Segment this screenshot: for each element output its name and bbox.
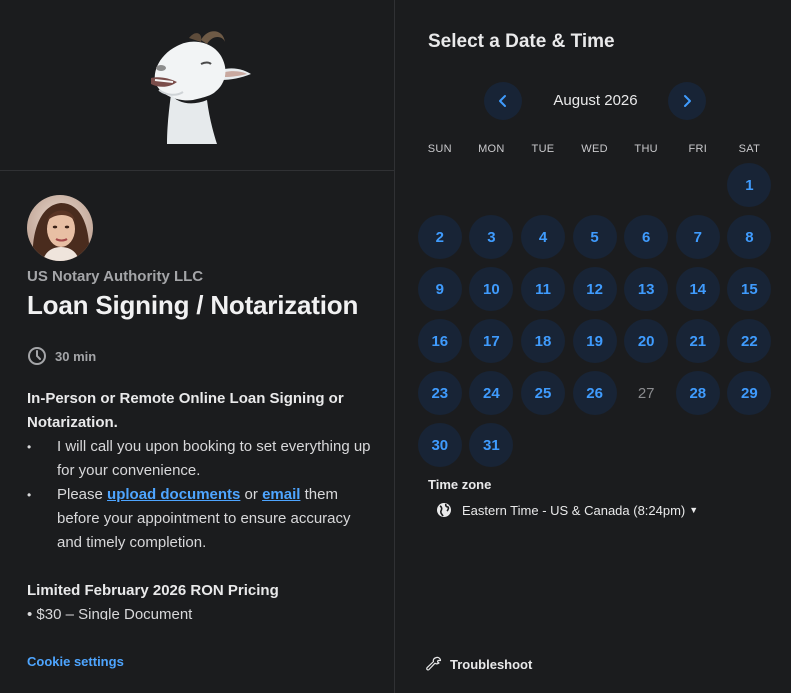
calendar-day-13[interactable]: 13: [624, 267, 669, 311]
event-description: In-Person or Remote Online Loan Signing …: [27, 387, 372, 620]
month-label: August 2026: [553, 92, 638, 109]
timezone-value: Eastern Time - US & Canada (8:24pm): [462, 502, 686, 518]
event-title: Loan Signing / Notarization: [27, 290, 359, 320]
duration-label: 30 min: [55, 348, 97, 364]
date-time-panel: Select a Date & Time August 2026 SUN MON T…: [396, 0, 791, 693]
calendar-day-12[interactable]: 12: [572, 267, 617, 311]
pricing-item: • $30 – Single Document: [27, 606, 193, 620]
description-bullets: I will call you upon booking to set ever…: [27, 435, 372, 555]
calendar-day-16[interactable]: 16: [417, 319, 462, 363]
calendar-day-7[interactable]: 7: [675, 215, 720, 259]
bullet-text: I will call you upon booking to set ever…: [57, 438, 371, 479]
booking-page: US Notary Authority LLC Loan Signing / N…: [0, 0, 791, 693]
event-details-panel: US Notary Authority LLC Loan Signing / N…: [0, 0, 395, 693]
next-month-button[interactable]: [668, 82, 706, 120]
bullet-text-middle: or: [240, 486, 263, 503]
pricing-heading: Limited February 2026 RON Pricing: [27, 582, 279, 599]
goat-logo: [151, 31, 251, 144]
weekday-fri: FRI: [688, 143, 708, 155]
calendar-day-22[interactable]: 22: [727, 319, 772, 363]
calendar-day-21[interactable]: 21: [675, 319, 720, 363]
calendar-day-1[interactable]: 1: [727, 163, 772, 207]
weekday-wed: WED: [581, 143, 608, 155]
chevron-right-icon: [684, 95, 691, 107]
wrench-icon: [426, 656, 442, 671]
timezone-select[interactable]: Eastern Time - US & Canada (8:24pm) ▼: [436, 500, 698, 520]
list-item: I will call you upon booking to set ever…: [27, 435, 372, 483]
chevron-left-icon: [499, 95, 506, 107]
caret-down-icon: ▼: [689, 505, 699, 515]
organizer-avatar: [27, 195, 93, 261]
email-link[interactable]: email: [262, 486, 300, 503]
calendar-day-8[interactable]: 8: [727, 215, 772, 259]
calendar-day-17[interactable]: 17: [469, 319, 514, 363]
calendar-day-18[interactable]: 18: [521, 319, 565, 363]
organizer-name: US Notary Authority LLC: [27, 268, 204, 285]
troubleshoot-label: Troubleshoot: [450, 656, 533, 672]
calendar-day-20[interactable]: 20: [624, 319, 669, 363]
weekday-thu: THU: [634, 143, 658, 155]
previous-month-button[interactable]: [484, 82, 522, 120]
calendar-day-25[interactable]: 25: [521, 371, 565, 415]
weekday-mon: MON: [478, 143, 505, 155]
calendar-day-26[interactable]: 26: [572, 371, 617, 415]
calendar-day-11[interactable]: 11: [521, 267, 565, 311]
cookie-settings-link[interactable]: Cookie settings: [27, 654, 124, 669]
troubleshoot-button[interactable]: Troubleshoot: [426, 655, 532, 673]
calendar-day-4[interactable]: 4: [521, 215, 565, 259]
calendar-day-31[interactable]: 31: [469, 423, 514, 467]
calendar-day-24[interactable]: 24: [469, 371, 514, 415]
event-duration: 30 min: [27, 346, 96, 366]
calendar-day-30[interactable]: 30: [417, 423, 462, 467]
weekday-sun: SUN: [427, 143, 452, 155]
calendar-day-5[interactable]: 5: [572, 215, 617, 259]
upload-documents-link[interactable]: upload documents: [107, 486, 240, 503]
list-item: Please upload documents or email them be…: [27, 483, 372, 555]
globe-icon: [437, 503, 451, 517]
calendar-day-3[interactable]: 3: [469, 215, 514, 259]
calendar-day-29[interactable]: 29: [727, 371, 772, 415]
weekday-header: SUN MON TUE WED THU FRI SAT: [414, 143, 774, 157]
logo-area: [0, 0, 395, 171]
calendar-day-19[interactable]: 19: [572, 319, 617, 363]
description-heading: In-Person or Remote Online Loan Signing …: [27, 390, 344, 431]
clock-icon: [28, 347, 46, 365]
calendar-day-15[interactable]: 15: [727, 267, 772, 311]
calendar-day-27: 27: [637, 384, 655, 402]
calendar-day-2[interactable]: 2: [417, 215, 462, 259]
calendar-day-6[interactable]: 6: [624, 215, 669, 259]
calendar-day-28[interactable]: 28: [675, 371, 720, 415]
calendar-day-9[interactable]: 9: [417, 267, 462, 311]
timezone-label: Time zone: [428, 477, 492, 492]
calendar-day-14[interactable]: 14: [675, 267, 720, 311]
calendar-grid: 1 2 3 4 5 6 7 8 9 10 11 12 13 14 15 16 17 18 19 20 21 22 23 24 2…: [414, 160, 774, 480]
calendar-day-23[interactable]: 23: [417, 371, 462, 415]
weekday-sat: SAT: [738, 143, 761, 155]
select-date-time-title: Select a Date & Time: [428, 31, 615, 52]
weekday-tue: TUE: [531, 143, 555, 155]
bullet-text-prefix: Please: [57, 486, 108, 503]
calendar-day-10[interactable]: 10: [469, 267, 514, 311]
